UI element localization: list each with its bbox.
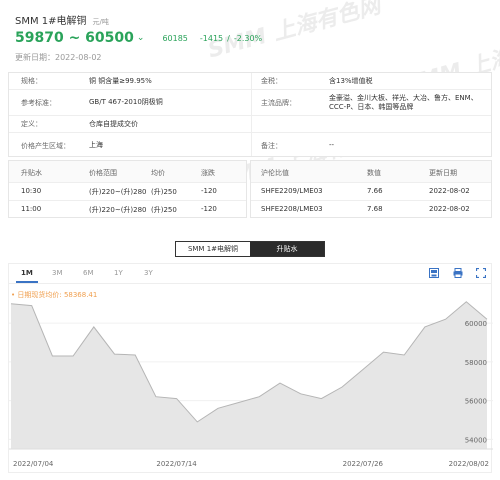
tax-label: 金税： — [261, 77, 282, 85]
update-date: 更新日期：2022-08-02 — [15, 52, 102, 63]
series-area — [11, 301, 487, 449]
table-cell: 2022-08-02 — [429, 187, 470, 195]
y-tick-label: 60000 — [465, 320, 487, 328]
x-tick-label: 2022/08/02 — [449, 460, 489, 468]
region-label: 价格产生区域： — [21, 141, 70, 150]
price-change: -1415 — [199, 33, 224, 43]
x-tick-label: 2022/07/26 — [343, 460, 384, 468]
table-header: 升贴水 价格范围 均价 涨跌 — [9, 161, 246, 183]
change-separator: / — [227, 33, 230, 43]
price-chart: 1M 3M 6M 1Y 3Y • 日期现货均价: 58368.41 60000 5… — [8, 263, 493, 473]
table-cell: (升)220~(升)280 — [89, 188, 147, 196]
table-cell: 10:30 — [21, 187, 42, 195]
toggle-copper-button[interactable]: SMM 1#电解铜 — [176, 242, 250, 256]
tax-value: 含13%增值税 — [329, 76, 373, 85]
price-unit: 元/吨 — [92, 18, 109, 26]
toggle-premium-button[interactable]: 升贴水 — [250, 242, 324, 256]
table-row: 11:00 (升)220~(升)280 (升)250 -120 — [9, 201, 246, 219]
update-date-value: 2022-08-02 — [55, 53, 102, 62]
chevron-down-icon[interactable]: ⌄ — [137, 33, 145, 43]
column-header: 均价 — [151, 169, 165, 177]
ratio-table: 沪伦比值 数值 更新日期 SHFE2209/LME03 7.66 2022-08… — [250, 160, 492, 218]
y-tick-label: 54000 — [465, 436, 487, 444]
avg-price: 60185 — [162, 33, 188, 43]
brands-label: 主流品牌： — [261, 98, 296, 107]
brands-value: 金豪溢、金川大板、祥光、大冶、鲁方、ENM、CCC-P、日本、韩国等品牌 — [329, 93, 478, 111]
table-cell: (升)220~(升)280 — [89, 206, 147, 214]
table-row: SHFE2208/LME03 7.68 2022-08-02 — [251, 201, 491, 219]
price-range: 59870 ~ 60500 — [15, 30, 134, 46]
chart-plot-area: 60000 58000 56000 54000 2022/07/04 2022/07/14… — [9, 301, 493, 468]
spec-label: 规格： — [21, 77, 42, 85]
table-row: SHFE2209/LME03 7.66 2022-08-02 — [251, 183, 491, 201]
product-header: SMM 1#电解铜 元/吨 59870 ~ 60500 ⌄ 60185 -141… — [0, 0, 500, 68]
range-toolbar: 1M 3M 6M 1Y 3Y — [9, 264, 491, 284]
remark-label: 备注： — [261, 141, 282, 150]
column-header: 沪伦比值 — [261, 169, 289, 177]
table-cell: -120 — [201, 187, 217, 195]
range-1y-button[interactable]: 1Y — [114, 269, 123, 277]
standard-value: GB/T 467-2010阴极铜 — [89, 98, 163, 106]
remark-value: -- — [329, 141, 335, 149]
range-3y-button[interactable]: 3Y — [144, 269, 153, 277]
range-3m-button[interactable]: 3M — [52, 269, 63, 277]
chart-toggle: SMM 1#电解铜 升贴水 — [175, 241, 325, 257]
column-header: 数值 — [367, 169, 381, 177]
column-header: 涨跌 — [201, 169, 215, 177]
fullscreen-icon[interactable] — [476, 268, 486, 278]
premium-table: 升贴水 价格范围 均价 涨跌 10:30 (升)220~(升)280 (升)25… — [8, 160, 247, 218]
update-date-label: 更新日期： — [15, 53, 55, 62]
table-cell: SHFE2208/LME03 — [261, 205, 323, 213]
range-1m-button[interactable]: 1M — [21, 269, 33, 277]
definition-value: 仓库自提成交价 — [89, 119, 138, 128]
price-change-percent: -2.30% — [233, 33, 263, 43]
table-cell: 11:00 — [21, 205, 42, 213]
active-range-indicator — [16, 281, 38, 283]
column-header: 价格范围 — [89, 169, 117, 177]
range-6m-button[interactable]: 6M — [83, 269, 94, 277]
spec-panel: 规格： 铜 铜含量≥99.95% 金税： 含13%增值税 参考标准： GB/T … — [8, 72, 492, 157]
standard-label: 参考标准： — [21, 98, 56, 107]
table-cell: 2022-08-02 — [429, 205, 470, 213]
column-header: 更新日期 — [429, 169, 457, 177]
table-cell: (升)250 — [151, 188, 177, 196]
region-value: 上海 — [89, 141, 103, 149]
definition-label: 定义： — [21, 120, 42, 128]
product-title: SMM 1#电解铜 — [15, 16, 87, 27]
x-tick-label: 2022/07/04 — [13, 460, 54, 468]
table-cell: -120 — [201, 205, 217, 213]
spec-value: 铜 铜含量≥99.95% — [89, 76, 152, 85]
table-cell: SHFE2209/LME03 — [261, 187, 323, 195]
table-row: 10:30 (升)220~(升)280 (升)250 -120 — [9, 183, 246, 201]
table-header: 沪伦比值 数值 更新日期 — [251, 161, 491, 183]
table-cell: 7.68 — [367, 205, 383, 213]
x-tick-label: 2022/07/14 — [156, 460, 197, 468]
table-cell: (升)250 — [151, 206, 177, 214]
save-image-icon[interactable] — [429, 268, 439, 278]
y-tick-label: 56000 — [465, 398, 487, 406]
table-cell: 7.66 — [367, 187, 383, 195]
column-header: 升贴水 — [21, 169, 42, 177]
print-icon[interactable] — [453, 268, 463, 278]
y-tick-label: 58000 — [465, 359, 487, 367]
